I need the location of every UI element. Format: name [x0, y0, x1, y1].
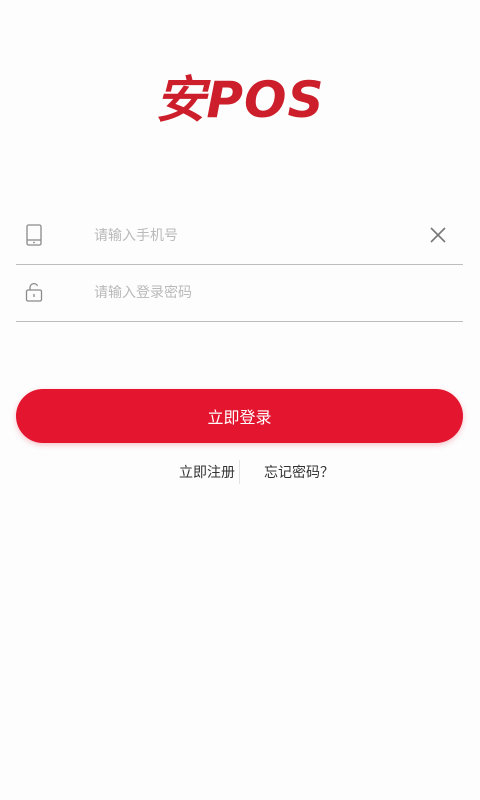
auth-links: 立即注册 忘记密码？ [0, 456, 480, 488]
login-button[interactable]: 立即登录 [16, 389, 463, 443]
forgot-password-link[interactable]: 忘记密码？ [264, 462, 334, 482]
app-logo: 安POS [155, 71, 325, 129]
lock-icon [22, 280, 46, 304]
password-input[interactable] [94, 279, 414, 307]
links-divider [239, 460, 240, 484]
password-field [16, 265, 463, 322]
login-screen: 安POS 立即登录 立即注册 [0, 0, 480, 800]
phone-field [16, 208, 463, 265]
close-icon[interactable] [425, 222, 451, 248]
tablet-icon [22, 223, 46, 247]
phone-input[interactable] [94, 222, 414, 250]
register-link[interactable]: 立即注册 [179, 462, 235, 482]
